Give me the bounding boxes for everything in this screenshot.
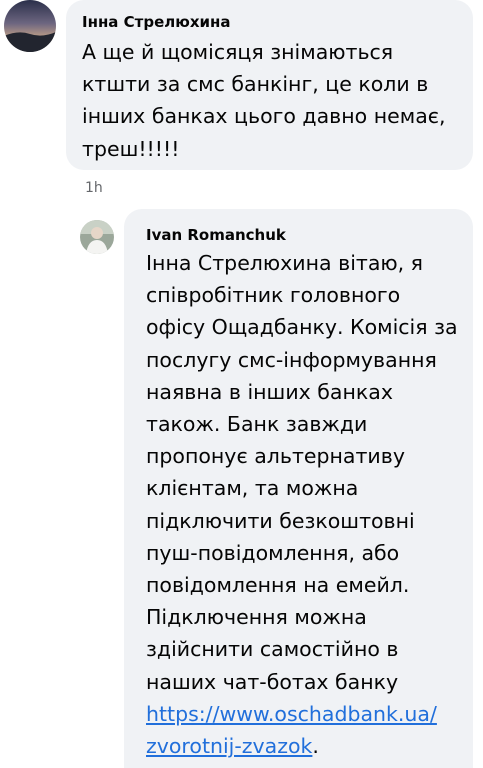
avatar-sunset-image bbox=[4, 0, 56, 52]
comment-text: А ще й щомісяця знімаються ктшти за смс … bbox=[82, 36, 473, 165]
comment-text-line: пропонує альтернативу bbox=[146, 444, 405, 469]
link-line: zvorotnij-zvazok. bbox=[146, 730, 473, 762]
comment-text-line: здійснити самостійно в bbox=[146, 637, 399, 662]
comment-text-line: послугу смс-інформування bbox=[146, 347, 437, 372]
oschadbank-link[interactable]: https://www.oschadbank.ua/ bbox=[146, 702, 437, 726]
comment-text-line: підключити безкоштовні bbox=[146, 508, 415, 533]
comment-text-line: треш!!!!! bbox=[82, 136, 180, 161]
comment-text-line: також. Банк завжди bbox=[146, 412, 368, 437]
comment-timestamp[interactable]: 1h bbox=[85, 180, 103, 196]
avatar[interactable] bbox=[4, 0, 56, 52]
comment-text-line: А ще й щомісяця знімаються bbox=[82, 40, 394, 64]
comment-author[interactable]: Ivan Romanchuk bbox=[146, 226, 473, 245]
comment-text-line: повідомлення на емейл. bbox=[146, 573, 410, 598]
avatar-person-image bbox=[80, 220, 114, 254]
comment-text-line: Інна Стрелюхина вітаю, я bbox=[146, 251, 424, 275]
avatar[interactable] bbox=[80, 220, 114, 254]
oschadbank-link[interactable]: zvorotnij-zvazok bbox=[146, 734, 312, 758]
reply-bubble: Ivan Romanchuk Інна Стрелюхина вітаю, я … bbox=[124, 209, 473, 768]
comment-text-line: клієнтам, та можна bbox=[146, 476, 359, 501]
link-line: https://www.oschadbank.ua/ bbox=[146, 698, 473, 730]
comment-text-line: ктшти за смс банкінг, це коли в bbox=[82, 72, 429, 97]
comment-text-line: офісу Ощадбанку. Комісія за bbox=[146, 315, 458, 340]
comment-text-line: наших чат-ботах банку bbox=[146, 669, 399, 694]
comment-text-line: наявна в інших банках bbox=[146, 379, 393, 404]
comment-text-line: інших банках цього давно немає, bbox=[82, 104, 446, 129]
comment-text: Інна Стрелюхина вітаю, я співробітник го… bbox=[146, 247, 473, 762]
comment-text-line: Підключення можна bbox=[146, 605, 367, 630]
comment-bubble: Інна Стрелюхина А ще й щомісяця знімають… bbox=[66, 0, 473, 170]
comment-author[interactable]: Інна Стрелюхина bbox=[82, 13, 473, 32]
comment-text-line: співробітник головного bbox=[146, 283, 401, 308]
comment-text-line: пуш-повідомлення, або bbox=[146, 540, 400, 565]
sentence-period: . bbox=[312, 734, 319, 759]
